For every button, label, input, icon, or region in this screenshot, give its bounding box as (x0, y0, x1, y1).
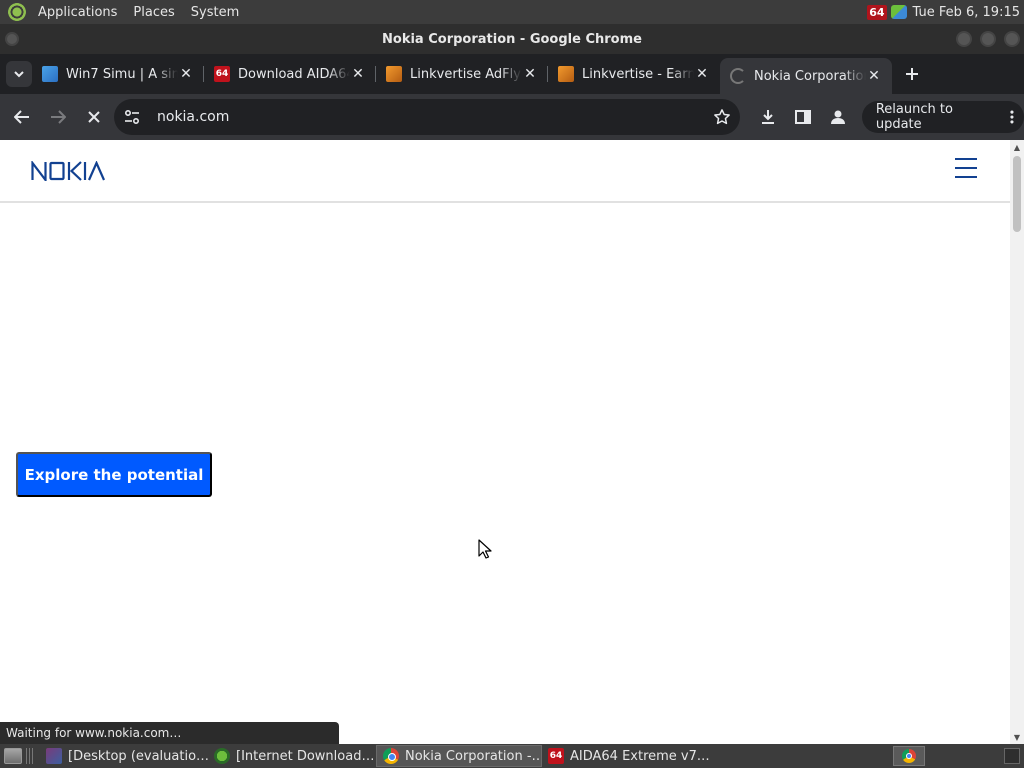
task-label: Nokia Corporation -… (405, 748, 542, 764)
tab-search-button[interactable] (6, 61, 32, 87)
aida64-tray-icon[interactable]: 64 (867, 4, 887, 20)
tab-nokia-corporation[interactable]: Nokia Corporation ✕ (720, 58, 892, 94)
task-nokia-chrome[interactable]: Nokia Corporation -… (376, 745, 542, 767)
tab-title: Download AIDA64 | AIDA (238, 66, 350, 82)
explore-potential-button[interactable]: Explore the potential (16, 452, 212, 497)
hamburger-menu-icon[interactable] (955, 158, 977, 178)
side-panel-button[interactable] (785, 99, 820, 135)
plus-icon (906, 68, 918, 80)
tab-close-icon[interactable]: ✕ (694, 66, 710, 82)
scroll-up-icon[interactable]: ▲ (1010, 140, 1024, 154)
aida64-icon: 64 (548, 748, 564, 764)
tab-win7-simu[interactable]: Win7 Simu | A simulation ✕ (32, 54, 204, 94)
site-info-icon[interactable] (114, 99, 150, 135)
network-tray-icon[interactable] (890, 5, 907, 19)
task-internet-download-manager[interactable]: [Internet Download… (208, 745, 376, 767)
tab-title: Linkvertise AdFly Alternative (410, 66, 522, 82)
status-bubble: Waiting for www.nokia.com… (0, 722, 339, 744)
top-panel: Applications Places System 64 Tue Feb 6,… (0, 0, 1024, 24)
chrome-icon (902, 749, 916, 763)
site-header (0, 140, 1010, 203)
task-label: AIDA64 Extreme v7.… (570, 748, 710, 764)
relaunch-label: Relaunch to update (875, 102, 953, 132)
tab-close-icon[interactable]: ✕ (178, 66, 194, 82)
desktop-icon (46, 748, 62, 764)
task-aida64-extreme[interactable]: 64 AIDA64 Extreme v7.… (542, 745, 710, 767)
system-menu[interactable]: System (187, 5, 243, 20)
mouse-cursor-icon (478, 539, 492, 559)
linkvertise-icon (558, 66, 574, 82)
scroll-down-icon[interactable]: ▼ (1010, 730, 1024, 744)
side-panel-icon (794, 110, 811, 124)
forward-button[interactable] (40, 99, 76, 135)
kebab-menu-icon (1010, 110, 1014, 124)
applications-menu[interactable]: Applications (34, 5, 121, 20)
task-label: [Desktop (evaluatio… (68, 748, 208, 764)
arrow-right-icon (51, 110, 66, 124)
tab-title: Nokia Corporation (754, 68, 866, 84)
linkvertise-icon (386, 66, 402, 82)
nokia-logo[interactable] (31, 159, 107, 185)
download-icon (761, 110, 774, 124)
show-desktop-icon[interactable] (4, 748, 22, 764)
tab-title: Linkvertise - Earn Money (582, 66, 694, 82)
chevron-down-icon (14, 70, 24, 77)
relaunch-update-button[interactable]: Relaunch to update (861, 101, 1024, 133)
close-icon (88, 111, 100, 123)
new-tab-button[interactable] (898, 60, 926, 88)
places-menu[interactable]: Places (129, 5, 178, 20)
tab-close-icon[interactable]: ✕ (522, 66, 538, 82)
win7-icon (42, 66, 58, 82)
idm-icon (214, 748, 230, 764)
tab-linkvertise-adfly[interactable]: Linkvertise AdFly Alternative ✕ (376, 54, 548, 94)
bookmark-star-icon[interactable] (704, 99, 740, 135)
window-title: Nokia Corporation - Google Chrome (382, 31, 642, 47)
arrow-left-icon (14, 110, 29, 124)
toolbar-actions: Relaunch to update (750, 99, 1024, 135)
system-logo-icon[interactable] (8, 3, 26, 21)
taskbar-handle (26, 748, 34, 764)
task-desktop-evaluation[interactable]: [Desktop (evaluatio… (40, 745, 208, 767)
page-viewport: Explore the potential ▲ ▼ Waiting for ww… (0, 140, 1024, 744)
panel-tray: 64 Tue Feb 6, 19:15 (867, 4, 1024, 20)
workspace-switcher[interactable] (1004, 748, 1020, 764)
workspace-chrome-indicator[interactable] (893, 746, 925, 766)
aida64-icon: 64 (214, 66, 230, 82)
chrome-icon (383, 748, 399, 764)
loading-spinner-icon (730, 68, 746, 84)
browser-toolbar: nokia.com Relaunch to update (0, 94, 1024, 140)
tab-close-icon[interactable]: ✕ (350, 66, 366, 82)
minimize-button[interactable] (956, 31, 972, 47)
close-window-button[interactable] (1004, 31, 1020, 47)
tab-close-icon[interactable]: ✕ (866, 68, 882, 84)
scrollbar-thumb[interactable] (1013, 156, 1021, 232)
window-controls (956, 31, 1020, 47)
panel-clock[interactable]: Tue Feb 6, 19:15 (913, 5, 1021, 20)
tab-linkvertise-earn[interactable]: Linkvertise - Earn Money ✕ (548, 54, 720, 94)
tab-strip: Win7 Simu | A simulation ✕ 64 Download A… (0, 54, 1024, 94)
maximize-button[interactable] (980, 31, 996, 47)
avatar-icon (831, 110, 846, 124)
stop-loading-button[interactable] (76, 99, 112, 135)
page-scrollbar[interactable]: ▲ ▼ (1010, 140, 1024, 744)
window-menu-icon[interactable] (5, 32, 19, 46)
tab-download-aida64[interactable]: 64 Download AIDA64 | AIDA ✕ (204, 54, 376, 94)
tab-title: Win7 Simu | A simulation (66, 66, 178, 82)
window-titlebar[interactable]: Nokia Corporation - Google Chrome (0, 24, 1024, 54)
taskbar: [Desktop (evaluatio… [Internet Download…… (0, 744, 1024, 768)
downloads-button[interactable] (750, 99, 785, 135)
profile-button[interactable] (821, 99, 856, 135)
back-button[interactable] (4, 99, 40, 135)
task-label: [Internet Download… (236, 748, 375, 764)
url-text[interactable]: nokia.com (157, 109, 704, 125)
address-bar[interactable]: nokia.com (114, 99, 740, 135)
